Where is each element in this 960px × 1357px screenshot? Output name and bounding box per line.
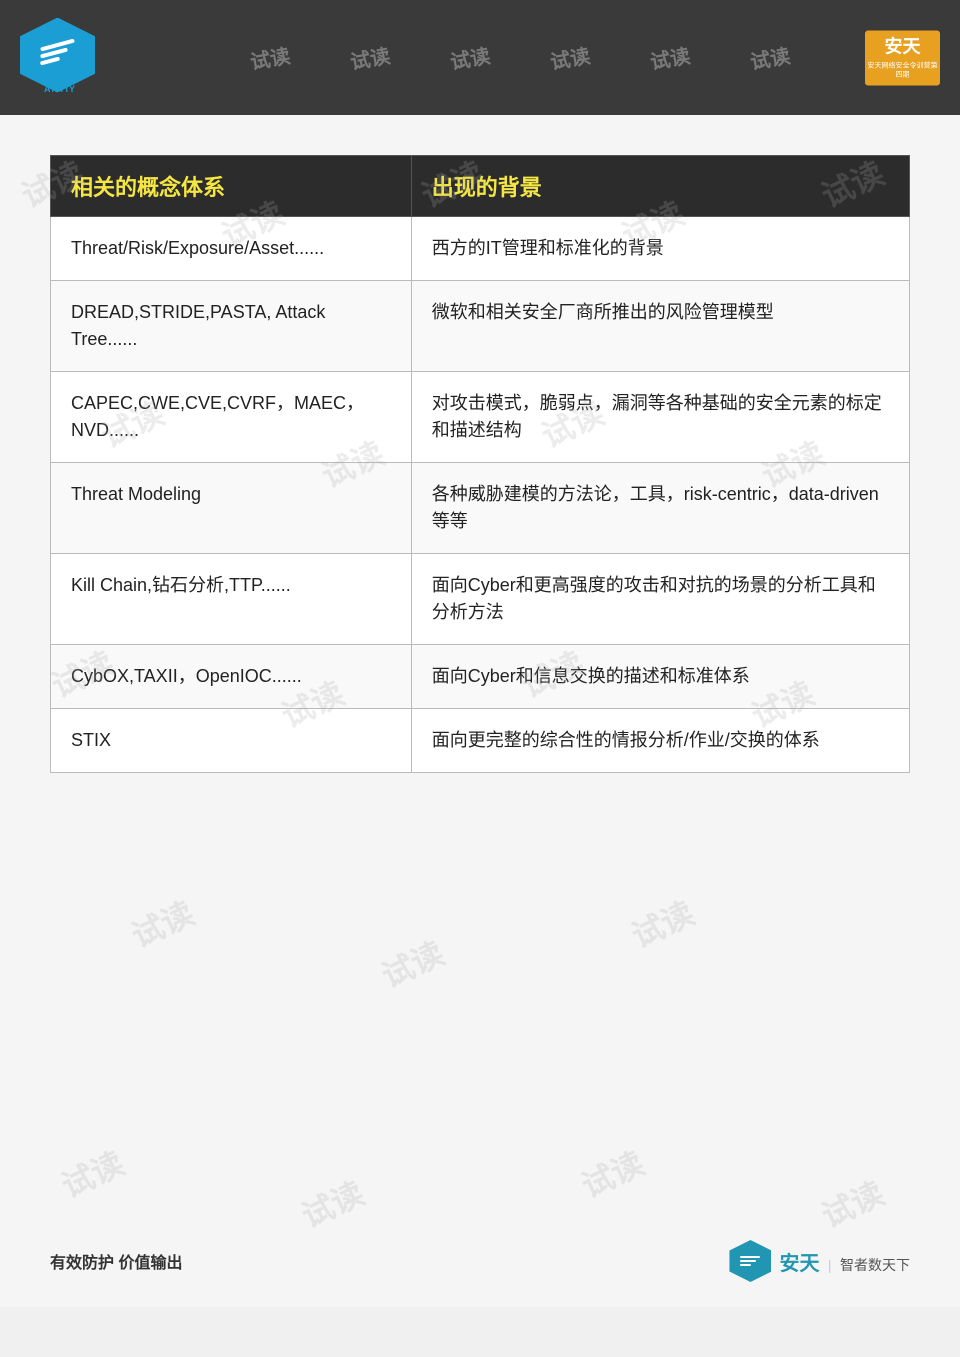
footer-brand-sub: 智者数天下 (840, 1257, 910, 1273)
footer-logo-line-1 (740, 1256, 760, 1258)
footer-logo-hex (729, 1240, 771, 1282)
header-logo: ANTIY (20, 18, 100, 98)
main-table: 相关的概念体系 出现的背景 Threat/Risk/Exposure/Asset… (50, 155, 910, 773)
header-wm-3: 试读 (448, 43, 492, 72)
table-cell-right-1: 微软和相关安全厂商所推出的风险管理模型 (411, 281, 909, 372)
table-cell-left-1: DREAD,STRIDE,PASTA, Attack Tree...... (51, 281, 412, 372)
header-right-logo: 安天 安天网络安全令训营第四期 (865, 30, 940, 85)
table-row: Threat/Risk/Exposure/Asset......西方的IT管理和… (51, 217, 910, 281)
table-cell-left-5: CybOX,TAXII，OpenIOC...... (51, 645, 412, 709)
table-row: DREAD,STRIDE,PASTA, Attack Tree......微软和… (51, 281, 910, 372)
table-cell-left-3: Threat Modeling (51, 463, 412, 554)
logo-lines (40, 43, 75, 63)
header-watermarks: 试读 试读 试读 试读 试读 试读 (100, 43, 940, 72)
table-cell-left-2: CAPEC,CWE,CVE,CVRF，MAEC，NVD...... (51, 372, 412, 463)
header-wm-4: 试读 (548, 43, 592, 72)
table-cell-right-6: 面向更完整的综合性的情报分析/作业/交换的体系 (411, 709, 909, 773)
header-wm-6: 试读 (748, 43, 792, 72)
header-wm-1: 试读 (248, 43, 292, 72)
header-wm-5: 试读 (648, 43, 692, 72)
table-cell-left-0: Threat/Risk/Exposure/Asset...... (51, 217, 412, 281)
footer-brand-main: 安天 (779, 1253, 819, 1275)
table-row: CAPEC,CWE,CVE,CVRF，MAEC，NVD......对攻击模式，脆… (51, 372, 910, 463)
table-cell-left-6: STIX (51, 709, 412, 773)
table-cell-left-4: Kill Chain,钻石分析,TTP...... (51, 554, 412, 645)
col1-header: 相关的概念体系 (51, 156, 412, 217)
header-right-logo-inner: 安天 安天网络安全令训营第四期 (865, 36, 940, 80)
table-cell-right-4: 面向Cyber和更高强度的攻击和对抗的场景的分析工具和分析方法 (411, 554, 909, 645)
header-wm-2: 试读 (348, 43, 392, 72)
footer-separator: | (828, 1257, 832, 1273)
main-content: 相关的概念体系 出现的背景 Threat/Risk/Exposure/Asset… (0, 115, 960, 1215)
logo-brand-text: ANTIY (44, 84, 76, 94)
table-cell-right-0: 西方的IT管理和标准化的背景 (411, 217, 909, 281)
footer-logo-lines (740, 1256, 760, 1266)
footer: 有效防护 价值输出 安天 | 智者数天下 (0, 1215, 960, 1307)
footer-left-text: 有效防护 价值输出 (50, 1249, 182, 1273)
table-row: STIX面向更完整的综合性的情报分析/作业/交换的体系 (51, 709, 910, 773)
logo-hexagon (20, 18, 95, 93)
footer-brand-block: 安天 | 智者数天下 (779, 1247, 910, 1276)
footer-logo-line-2 (740, 1260, 756, 1262)
header-right-brand-subtitle: 安天网络安全令训营第四期 (865, 61, 940, 79)
footer-logo-line-3 (740, 1264, 751, 1266)
table-cell-right-2: 对攻击模式，脆弱点，漏洞等各种基础的安全元素的标定和描述结构 (411, 372, 909, 463)
table-row: Threat Modeling各种威胁建模的方法论，工具，risk-centri… (51, 463, 910, 554)
table-cell-right-3: 各种威胁建模的方法论，工具，risk-centric，data-driven等等 (411, 463, 909, 554)
table-cell-right-5: 面向Cyber和信息交换的描述和标准体系 (411, 645, 909, 709)
table-header-row: 相关的概念体系 出现的背景 (51, 156, 910, 217)
footer-right-logo: 安天 | 智者数天下 (729, 1240, 910, 1282)
header-right-logo-box: 安天 安天网络安全令训营第四期 (865, 30, 940, 85)
header: ANTIY 试读 试读 试读 试读 试读 试读 安天 安天网络安全令训营第四期 (0, 0, 960, 115)
table-row: Kill Chain,钻石分析,TTP......面向Cyber和更高强度的攻击… (51, 554, 910, 645)
table-row: CybOX,TAXII，OpenIOC......面向Cyber和信息交换的描述… (51, 645, 910, 709)
col2-header: 出现的背景 (411, 156, 909, 217)
